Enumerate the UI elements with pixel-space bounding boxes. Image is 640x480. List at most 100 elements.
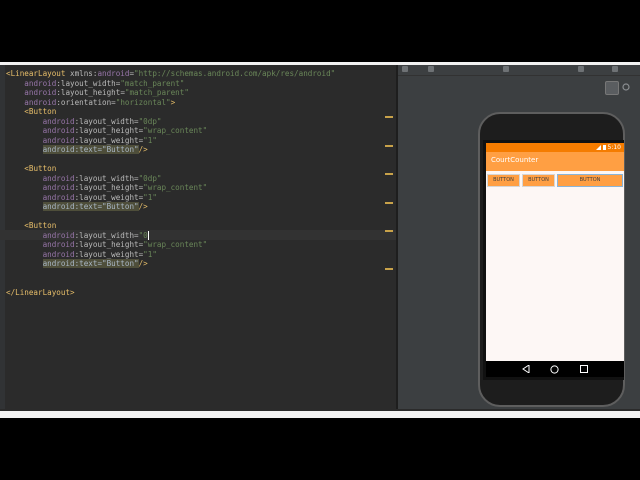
- code-line: android:layout_weight="1": [6, 250, 157, 260]
- window-bottom-edge: [0, 411, 640, 418]
- code-token: :layout_weight=: [74, 192, 144, 202]
- code-token: "wrap_content": [143, 126, 208, 135]
- code-token: "wrap_content": [143, 240, 208, 249]
- code-token: "1": [143, 135, 157, 145]
- code-token: android: [42, 183, 75, 192]
- code-token: "horizontal": [115, 97, 171, 107]
- code-token: "1": [143, 192, 157, 202]
- code-token: />: [138, 202, 148, 211]
- code-token: android: [42, 230, 75, 240]
- code-token: :layout_width=: [74, 116, 139, 126]
- code-token: android: [24, 88, 57, 97]
- code-token: "0dp": [138, 173, 162, 183]
- code-token: </LinearLayout>: [6, 287, 75, 297]
- code-token: />: [138, 145, 148, 154]
- app-title: CourtCounter: [491, 156, 539, 164]
- code-token: "1": [143, 249, 157, 259]
- change-marker: [385, 145, 393, 147]
- code-line: <Button: [6, 221, 56, 231]
- status-time: 5:10: [607, 144, 621, 151]
- code-token: "0dp": [138, 116, 162, 126]
- text-caret: [147, 230, 149, 240]
- code-token: <Button: [24, 164, 57, 173]
- code-token: android: [24, 78, 57, 88]
- code-token: android: [97, 69, 130, 78]
- code-token: android: [42, 116, 75, 126]
- code-token: android: [42, 240, 75, 249]
- change-marker: [385, 173, 393, 175]
- code-token: :layout_weight=: [74, 249, 144, 259]
- code-line: </LinearLayout>: [6, 288, 75, 298]
- code-editor[interactable]: <LinearLayout xmlns:android="http://sche…: [0, 65, 396, 409]
- code-token: <Button: [24, 221, 57, 230]
- code-token: android: [24, 97, 57, 107]
- change-marker: [385, 116, 393, 118]
- code-line: <Button: [6, 107, 56, 117]
- home-icon[interactable]: [550, 365, 559, 374]
- code-token: >: [170, 97, 176, 107]
- code-line: <Button: [6, 164, 56, 174]
- code-line: <LinearLayout xmlns:android="http://sche…: [6, 69, 335, 79]
- code-token: <Button: [24, 107, 57, 116]
- code-line: android:text="Button"/>: [6, 202, 148, 212]
- code-token: :layout_weight=: [74, 135, 144, 145]
- code-token: :layout_width=: [56, 78, 121, 88]
- code-token: android: [42, 192, 75, 202]
- code-token: :layout_height=: [74, 240, 144, 249]
- code-line: android:layout_height="wrap_content": [6, 126, 208, 136]
- code-token: <LinearLayout: [6, 69, 71, 78]
- code-token: android:text="Button": [42, 202, 139, 211]
- preview-button-1[interactable]: BUTTON: [487, 174, 520, 187]
- code-token: :layout_width=: [74, 230, 139, 240]
- code-token: android: [42, 135, 75, 145]
- code-token: android: [42, 249, 75, 259]
- code-token: :layout_width=: [74, 173, 139, 183]
- recents-icon[interactable]: [580, 365, 588, 373]
- back-icon[interactable]: [522, 365, 530, 373]
- code-token: android:text="Button": [42, 259, 139, 268]
- phone-screen: 5:10 CourtCounter BUTTON BUTTON BUTTON: [398, 65, 640, 409]
- activity-content: BUTTON BUTTON BUTTON: [486, 171, 624, 361]
- code-token: android:text="Button": [42, 145, 139, 154]
- code-token: :layout_height=: [74, 126, 144, 135]
- letterbox-bottom: [0, 418, 640, 480]
- code-token: "match_parent": [124, 88, 189, 97]
- preview-button-3[interactable]: BUTTON: [557, 174, 623, 187]
- code-line: android:layout_height="match_parent": [6, 88, 189, 98]
- code-line: android:layout_height="wrap_content": [6, 240, 208, 250]
- status-bar: 5:10: [486, 143, 624, 152]
- code-line: android:layout_weight="1": [6, 193, 157, 203]
- code-token: "0: [138, 230, 148, 240]
- code-line: android:layout_weight="1": [6, 136, 157, 146]
- code-token: :layout_height=: [74, 183, 144, 192]
- code-line: android:text="Button"/>: [6, 145, 148, 155]
- code-token: android: [42, 173, 75, 183]
- code-line: android:layout_width="0dp": [6, 116, 162, 127]
- code-line: android:layout_width="0dp": [6, 173, 162, 184]
- code-token: xmlns:: [70, 69, 98, 78]
- change-marker: [385, 230, 393, 232]
- code-token: :orientation=: [56, 97, 116, 107]
- app-bar: CourtCounter: [486, 152, 624, 171]
- preview-button-2[interactable]: BUTTON: [522, 174, 555, 187]
- letterbox-top: [0, 0, 640, 62]
- code-token: "match_parent": [120, 78, 185, 88]
- navigation-bar: [486, 361, 624, 377]
